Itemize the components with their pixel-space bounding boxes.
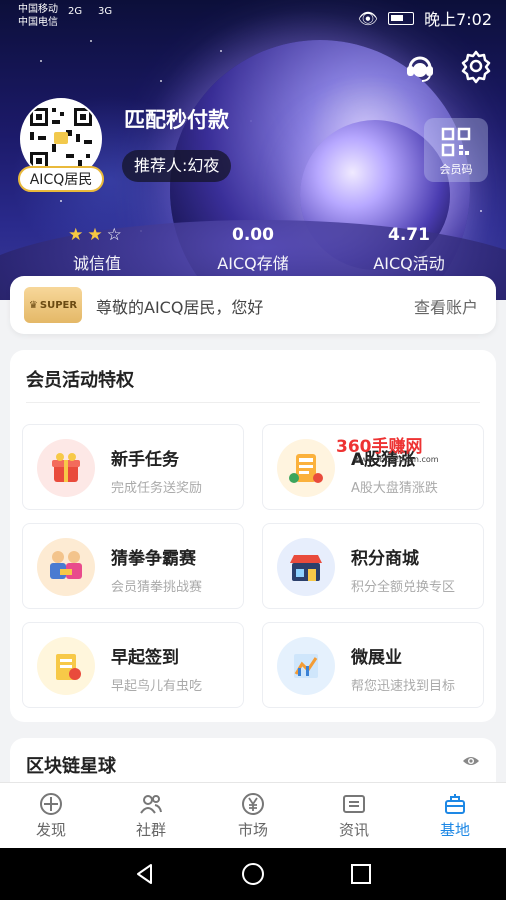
tab-label: 市场: [237, 821, 268, 839]
username: 匹配秒付款: [124, 108, 229, 132]
shop-icon: [277, 538, 335, 596]
stats-row: ★★☆ 诚信值 0.00 AICQ存储 4.71 AICQ活动: [0, 224, 506, 274]
super-badge: ♛ SUPER: [24, 287, 82, 323]
stat-credit[interactable]: ★★☆ 诚信值: [22, 224, 172, 274]
rps-contest-icon: [37, 538, 95, 596]
carrier-1: 中国移动: [18, 4, 58, 15]
crown-icon: ♛: [28, 299, 38, 311]
stat-storage[interactable]: 0.00 AICQ存储: [178, 224, 328, 274]
eye-icon[interactable]: [462, 754, 480, 768]
home-icon[interactable]: [241, 862, 265, 886]
stat-activity-value: 4.71: [388, 225, 430, 245]
users-icon: [140, 795, 162, 814]
status-right: 👁 晚上7:02: [358, 6, 492, 30]
watermark-text: 360手赚网: [336, 437, 423, 457]
member-privileges-card: 会员活动特权 新手任务 完成任务送奖励 A股猜涨 A股大盘猜涨跌 猜拳争霸赛 会…: [10, 350, 496, 722]
star-dot: [60, 200, 62, 202]
status-bar: 中国移动 中国电信 2G 3G 👁 晚上7:02: [0, 0, 506, 34]
base-icon: [445, 794, 465, 814]
star-dot: [160, 80, 162, 82]
privilege-morning-checkin[interactable]: 早起签到 早起鸟儿有虫吃: [22, 622, 244, 708]
stock-guess-icon: [277, 439, 335, 497]
greeting-card[interactable]: ♛ SUPER 尊敬的AICQ居民，您好 查看账户: [10, 276, 496, 334]
tile-subtitle: 早起鸟儿有虫吃: [111, 679, 203, 694]
member-code-button[interactable]: 会员码: [424, 118, 488, 182]
signal-3g: 3G: [98, 6, 113, 17]
member-code-label: 会员码: [439, 163, 473, 176]
privileges-title: 会员活动特权: [26, 370, 134, 391]
privilege-micro-business[interactable]: 微展业 帮您迅速找到目标: [262, 622, 484, 708]
watermark: 360手赚网 www.shouzhuan.com: [336, 432, 439, 464]
star-dot: [480, 210, 482, 212]
stat-storage-label: AICQ存储: [217, 254, 289, 273]
tile-title: 早起签到: [111, 648, 179, 668]
recents-icon[interactable]: [349, 862, 373, 886]
chart-icon: [277, 637, 335, 695]
star-dot: [90, 40, 92, 42]
carrier-2: 中国电信: [18, 17, 58, 28]
privilege-rps-contest[interactable]: 猜拳争霸赛 会员猜拳挑战赛: [22, 523, 244, 609]
credit-stars: ★★☆: [22, 224, 172, 246]
tile-title: 微展业: [351, 648, 402, 668]
star-dot: [220, 50, 222, 52]
tile-subtitle: A股大盘猜涨跌: [351, 481, 438, 496]
tab-label: 社群: [135, 821, 166, 839]
carrier-info: 中国移动 中国电信: [18, 3, 58, 29]
super-label: SUPER: [39, 299, 78, 311]
clock: 晚上7:02: [424, 10, 492, 29]
back-icon[interactable]: [133, 862, 157, 886]
tile-title: 新手任务: [111, 450, 179, 470]
view-account-link[interactable]: 查看账户: [414, 294, 478, 318]
signal-2g: 2G: [68, 6, 83, 17]
stat-activity[interactable]: 4.71 AICQ活动: [334, 224, 484, 274]
tab-label: 发现: [35, 821, 66, 839]
system-nav-bar: [0, 848, 506, 900]
tile-title: 猜拳争霸赛: [111, 549, 196, 569]
privilege-points-mall[interactable]: 积分商城 积分全额兑换专区: [262, 523, 484, 609]
yen-coin-icon: [242, 793, 264, 815]
watermark-url: www.shouzhuan.com: [354, 455, 439, 464]
star-filled-icon: ★: [87, 225, 107, 245]
stat-storage-value: 0.00: [232, 225, 274, 245]
checkin-icon: [37, 637, 95, 695]
settings-gear-icon[interactable]: [458, 48, 494, 84]
stat-activity-label: AICQ活动: [373, 254, 445, 273]
resident-badge: AICQ居民: [18, 166, 104, 192]
compass-icon: [40, 793, 62, 815]
blockchain-title: 区块链星球: [26, 756, 116, 777]
star-filled-icon: ★: [68, 225, 88, 245]
tab-label: 资讯: [338, 821, 369, 839]
tab-news[interactable]: 资讯: [314, 789, 394, 840]
tile-subtitle: 帮您迅速找到目标: [351, 679, 456, 694]
star-dot: [40, 60, 42, 62]
stat-credit-label: 诚信值: [72, 254, 121, 273]
divider: [26, 402, 480, 403]
tile-title: 积分商城: [351, 549, 419, 569]
tab-community[interactable]: 社群: [111, 789, 191, 840]
privilege-newbie-task[interactable]: 新手任务 完成任务送奖励: [22, 424, 244, 510]
member-qr-icon: [441, 127, 471, 157]
bottom-tab-bar: 发现 社群 市场 资讯 基地: [0, 782, 506, 848]
gift-icon: [37, 439, 95, 497]
star-empty-icon: ☆: [106, 225, 126, 245]
tab-label: 基地: [439, 821, 470, 839]
eye-icon: 👁: [357, 8, 379, 28]
tab-base[interactable]: 基地: [415, 789, 495, 840]
tile-subtitle: 会员猜拳挑战赛: [111, 580, 203, 595]
newspaper-icon: [343, 795, 365, 813]
tab-market[interactable]: 市场: [213, 789, 293, 840]
battery-icon: [388, 11, 415, 25]
tile-subtitle: 积分全额兑换专区: [351, 580, 456, 595]
referrer-tag: 推荐人:幻夜: [122, 150, 232, 182]
customer-service-icon[interactable]: [402, 48, 438, 84]
tile-subtitle: 完成任务送奖励: [111, 481, 203, 496]
tab-discover[interactable]: 发现: [11, 789, 91, 840]
greeting-text: 尊敬的AICQ居民，您好: [96, 298, 264, 317]
